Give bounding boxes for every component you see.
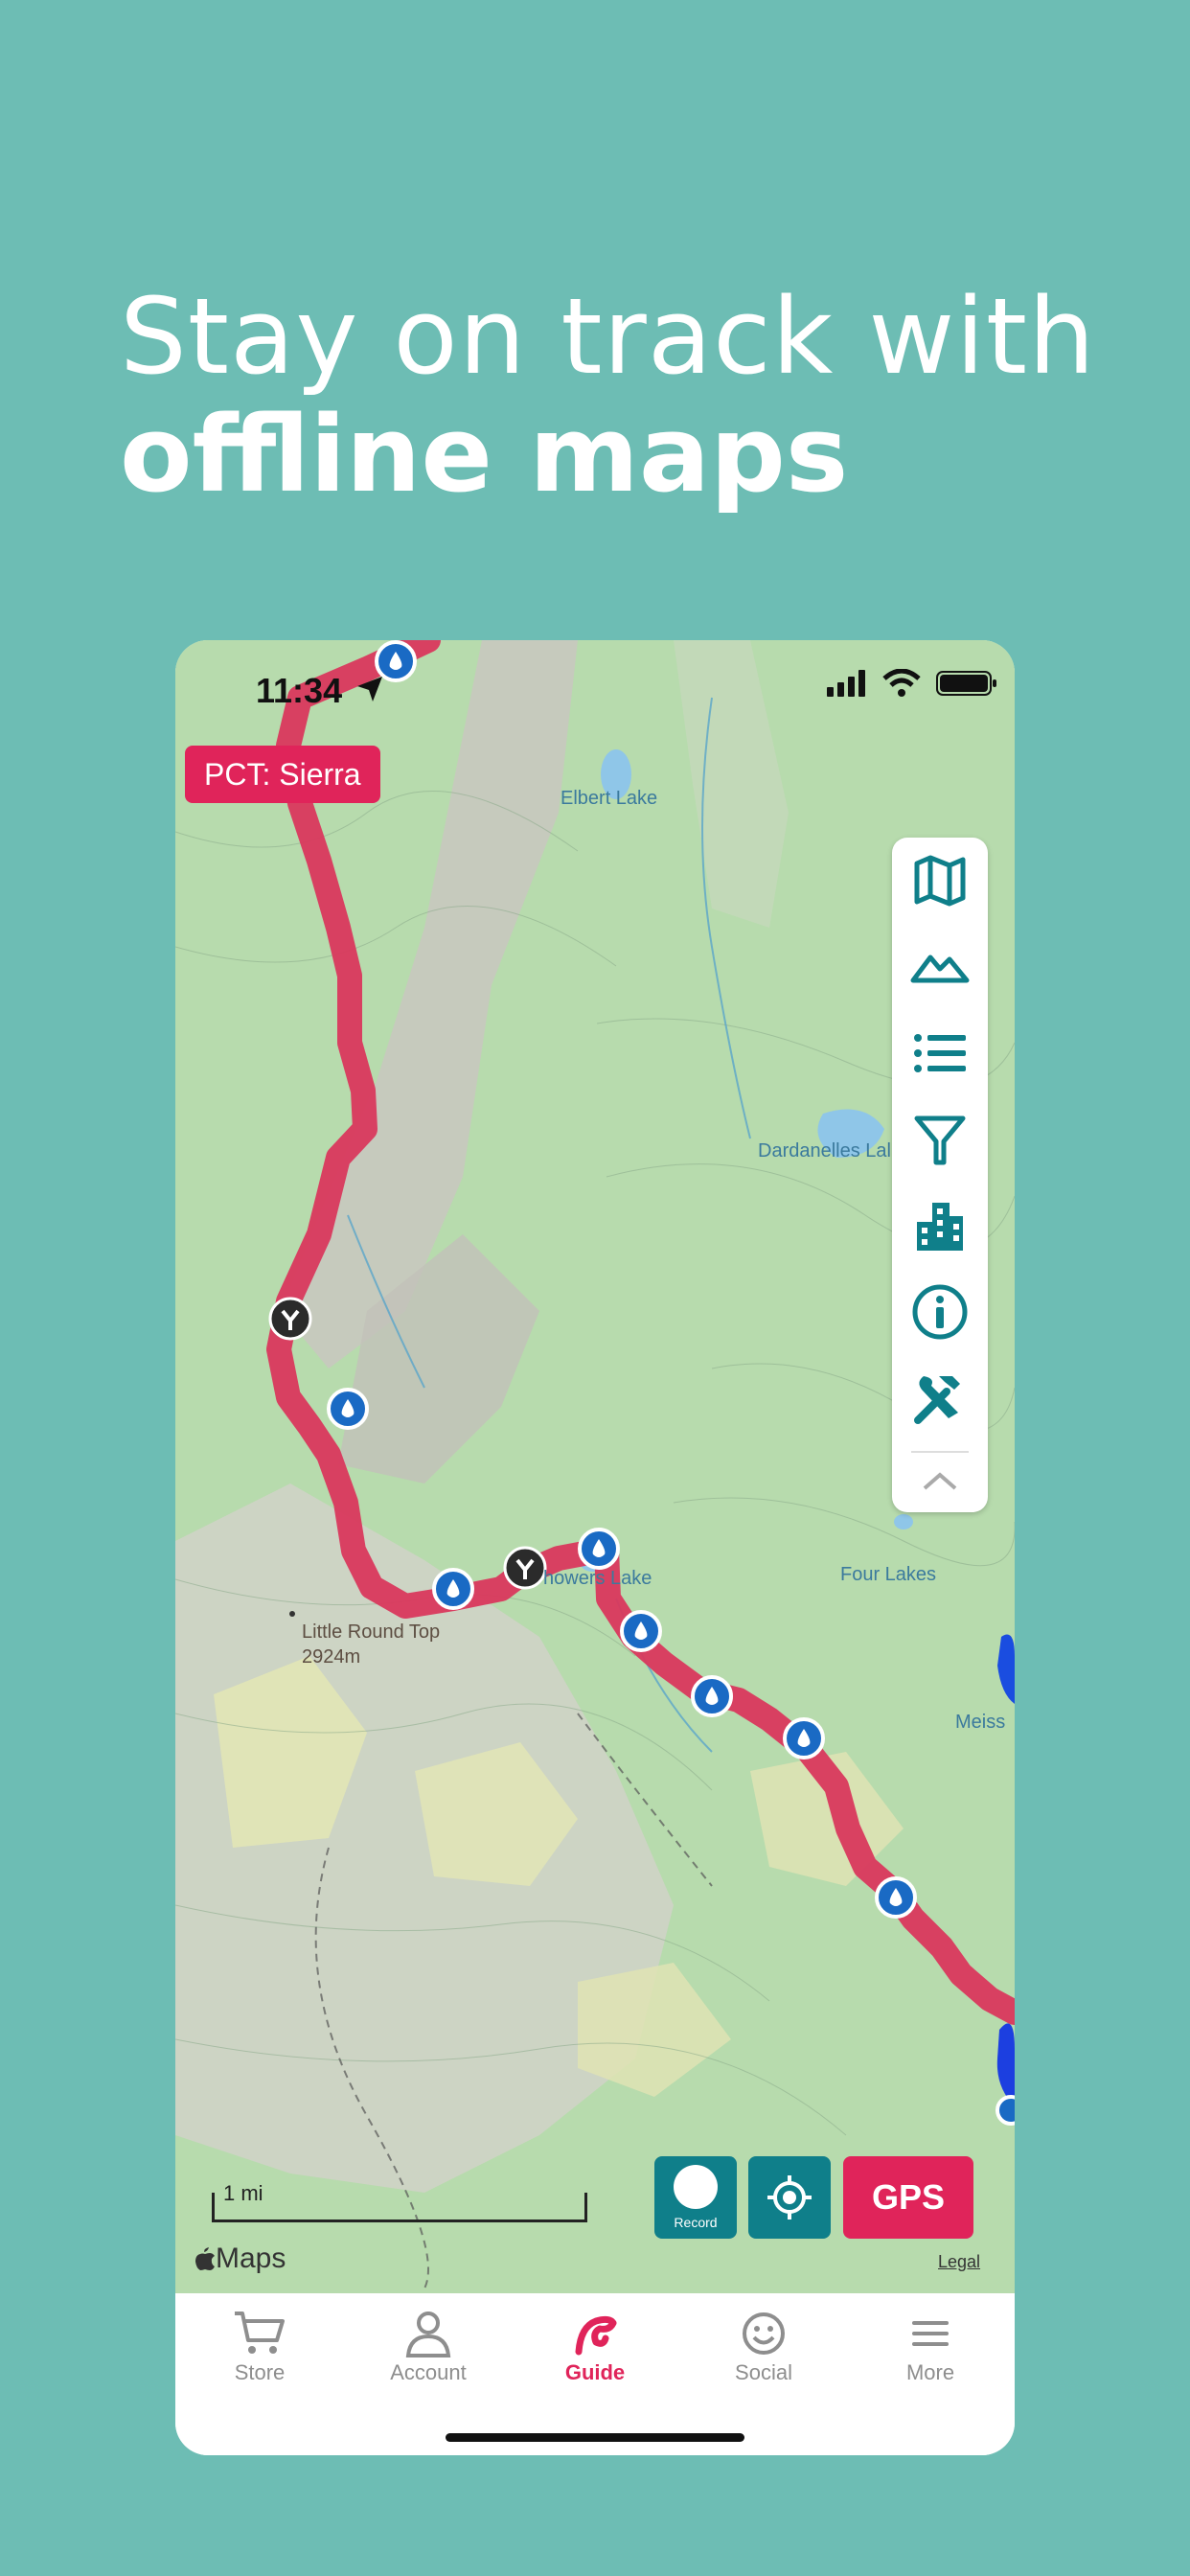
home-indicator[interactable] <box>446 2433 744 2442</box>
list-icon <box>914 1034 966 1072</box>
cart-icon <box>235 2312 285 2354</box>
map-label-dardanelles-lake: Dardanelles Lal <box>758 1140 891 1162</box>
wifi-icon <box>882 669 921 697</box>
tab-more[interactable]: More <box>846 2307 1015 2385</box>
maps-attribution: Maps <box>195 2242 286 2275</box>
guide-icon <box>575 2315 617 2356</box>
legal-link[interactable]: Legal <box>938 2252 980 2272</box>
signal-icon <box>827 670 865 697</box>
map-label-meiss: Meiss <box>955 1712 1006 1733</box>
route-badge[interactable]: PCT: Sierra <box>185 746 380 803</box>
tools-button[interactable] <box>892 1355 988 1441</box>
elevation-button[interactable] <box>892 924 988 1010</box>
map-label-little-round-top: Little Round Top <box>302 1622 441 1643</box>
status-icons <box>827 669 997 698</box>
tab-account[interactable]: Account <box>344 2307 513 2385</box>
map-label-four-lakes: Four Lakes <box>840 1564 937 1585</box>
battery-icon <box>936 671 996 696</box>
map-label-elbert-lake: Elbert Lake <box>561 788 658 809</box>
crosshair-icon <box>767 2175 812 2220</box>
towns-button[interactable] <box>892 1183 988 1269</box>
status-time: 11:34 <box>256 671 343 710</box>
route-markers <box>268 640 1015 2126</box>
smiley-icon <box>743 2312 785 2355</box>
tab-social[interactable]: Social <box>679 2307 848 2385</box>
locate-button[interactable] <box>748 2156 831 2239</box>
tab-label: Store <box>234 2360 286 2384</box>
map-icon <box>914 855 966 907</box>
record-button[interactable]: Record <box>654 2156 737 2239</box>
chevron-up-icon <box>923 1472 957 1490</box>
filter-button[interactable] <box>892 1096 988 1183</box>
map-label-showers-lake: howers Lake <box>543 1568 652 1589</box>
map-label-little-round-top-elevation: 2924m <box>302 1646 361 1668</box>
map-layers-button[interactable] <box>892 838 988 924</box>
tab-label: More <box>905 2360 955 2384</box>
menu-icon <box>912 2321 949 2346</box>
scale-label: 1 mi <box>223 2181 263 2205</box>
tab-guide[interactable]: Guide <box>511 2307 679 2385</box>
headline-line-2: offline maps <box>120 393 849 517</box>
mountain-icon <box>910 954 970 983</box>
tools-icon <box>914 1376 960 1424</box>
apple-logo-icon <box>195 2247 215 2270</box>
buildings-icon <box>917 1203 963 1251</box>
tab-label: Social <box>735 2360 792 2384</box>
location-arrow-icon <box>357 677 382 702</box>
headline: Stay on track with offline maps <box>120 275 1096 517</box>
filter-icon <box>914 1116 966 1165</box>
record-dot-icon <box>674 2165 718 2209</box>
maps-attribution-text: Maps <box>216 2242 286 2274</box>
headline-line-1: Stay on track with <box>120 275 1096 398</box>
tab-bar: Store Account Guide Social More <box>175 2293 1015 2455</box>
record-label: Record <box>674 2215 718 2230</box>
person-icon <box>405 2312 451 2358</box>
gps-button[interactable]: GPS <box>843 2156 973 2239</box>
list-button[interactable] <box>892 1010 988 1096</box>
tab-label: Guide <box>564 2360 626 2384</box>
tab-label: Account <box>390 2360 467 2384</box>
collapse-toolbar-button[interactable] <box>911 1451 969 1510</box>
map-toolbar <box>892 838 988 1512</box>
scale-bar <box>212 2193 587 2222</box>
map-view[interactable]: Elbert Lake Dardanelles Lal howers Lake … <box>175 640 1015 2293</box>
info-button[interactable] <box>892 1269 988 1355</box>
phone-screen: Elbert Lake Dardanelles Lal howers Lake … <box>175 640 1015 2455</box>
info-icon <box>912 1284 968 1340</box>
tab-store[interactable]: Store <box>175 2307 344 2385</box>
